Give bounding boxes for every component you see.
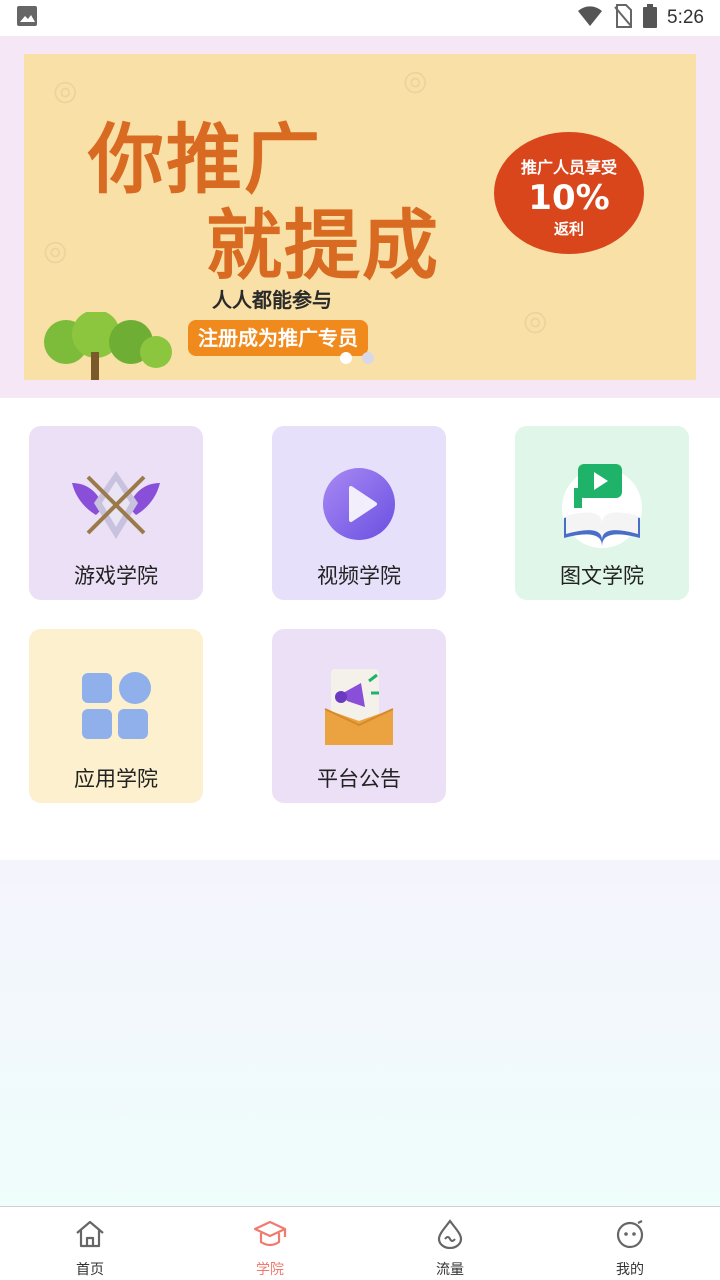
tab-label: 首页: [76, 1262, 104, 1278]
tile-graphic-academy[interactable]: 图文学院: [515, 426, 689, 600]
tile-announcement[interactable]: 平台公告: [272, 629, 446, 803]
no-sim-icon: [613, 4, 633, 32]
tab-traffic[interactable]: 流量: [360, 1207, 540, 1280]
banner-tagline: 人人都能参与: [212, 288, 332, 312]
banner-section: ◎ ◎ ◎ ◎ 你推广 就提成 人人都能参与 注册成为推广专员 推广人员享受 1…: [0, 36, 720, 398]
face-icon: [614, 1219, 646, 1253]
academy-grid: 游戏学院 视频学院 图文学院 应用学院 平台公告: [0, 398, 720, 860]
content-background: [0, 860, 720, 1206]
tile-video-academy[interactable]: 视频学院: [272, 426, 446, 600]
tile-app-academy[interactable]: 应用学院: [29, 629, 203, 803]
battery-icon: [643, 4, 658, 32]
banner-headline-2: 就提成: [206, 201, 440, 290]
badge-percent: 10%: [528, 178, 610, 218]
tile-label: 图文学院: [560, 564, 644, 588]
badge-bottom-text: 返利: [553, 220, 584, 238]
tab-academy[interactable]: 学院: [180, 1207, 360, 1280]
watermark: ◎: [518, 300, 555, 341]
tab-label: 学院: [256, 1262, 284, 1278]
carousel-dot[interactable]: [362, 352, 374, 364]
tab-label: 我的: [616, 1262, 644, 1278]
bottom-tab-bar: 首页 学院 流量 我的: [0, 1206, 720, 1280]
promo-banner[interactable]: ◎ ◎ ◎ ◎ 你推广 就提成 人人都能参与 注册成为推广专员 推广人员享受 1…: [24, 54, 696, 380]
watermark: ◎: [48, 70, 85, 111]
app-grid-icon: [66, 657, 166, 757]
badge-top-text: 推广人员享受: [520, 158, 617, 177]
game-emblem-icon: [66, 454, 166, 554]
tile-game-academy[interactable]: 游戏学院: [29, 426, 203, 600]
banner-cta-button[interactable]: 注册成为推广专员: [188, 320, 368, 356]
tree-icon: [36, 310, 176, 380]
image-icon: [16, 5, 38, 31]
watermark: ◎: [38, 230, 75, 271]
watermark: ◎: [398, 60, 435, 101]
tile-label: 应用学院: [74, 767, 158, 791]
graduation-cap-icon: [253, 1219, 287, 1253]
megaphone-icon: [309, 657, 409, 757]
book-flag-icon: [552, 454, 652, 554]
tab-home[interactable]: 首页: [0, 1207, 180, 1280]
home-icon: [74, 1219, 106, 1253]
tile-label: 视频学院: [317, 564, 401, 588]
wifi-icon: [577, 5, 603, 31]
tab-profile[interactable]: 我的: [540, 1207, 720, 1280]
status-bar: 5:26: [0, 0, 720, 36]
tile-label: 游戏学院: [74, 564, 158, 588]
status-time: 5:26: [667, 7, 704, 28]
tab-label: 流量: [436, 1262, 464, 1278]
carousel-indicator: [340, 352, 374, 364]
droplet-icon: [436, 1219, 464, 1253]
carousel-dot-active[interactable]: [340, 352, 352, 364]
rebate-badge: 推广人员享受 10% 返利: [494, 132, 644, 254]
video-play-icon: [309, 454, 409, 554]
tile-label: 平台公告: [317, 767, 401, 791]
